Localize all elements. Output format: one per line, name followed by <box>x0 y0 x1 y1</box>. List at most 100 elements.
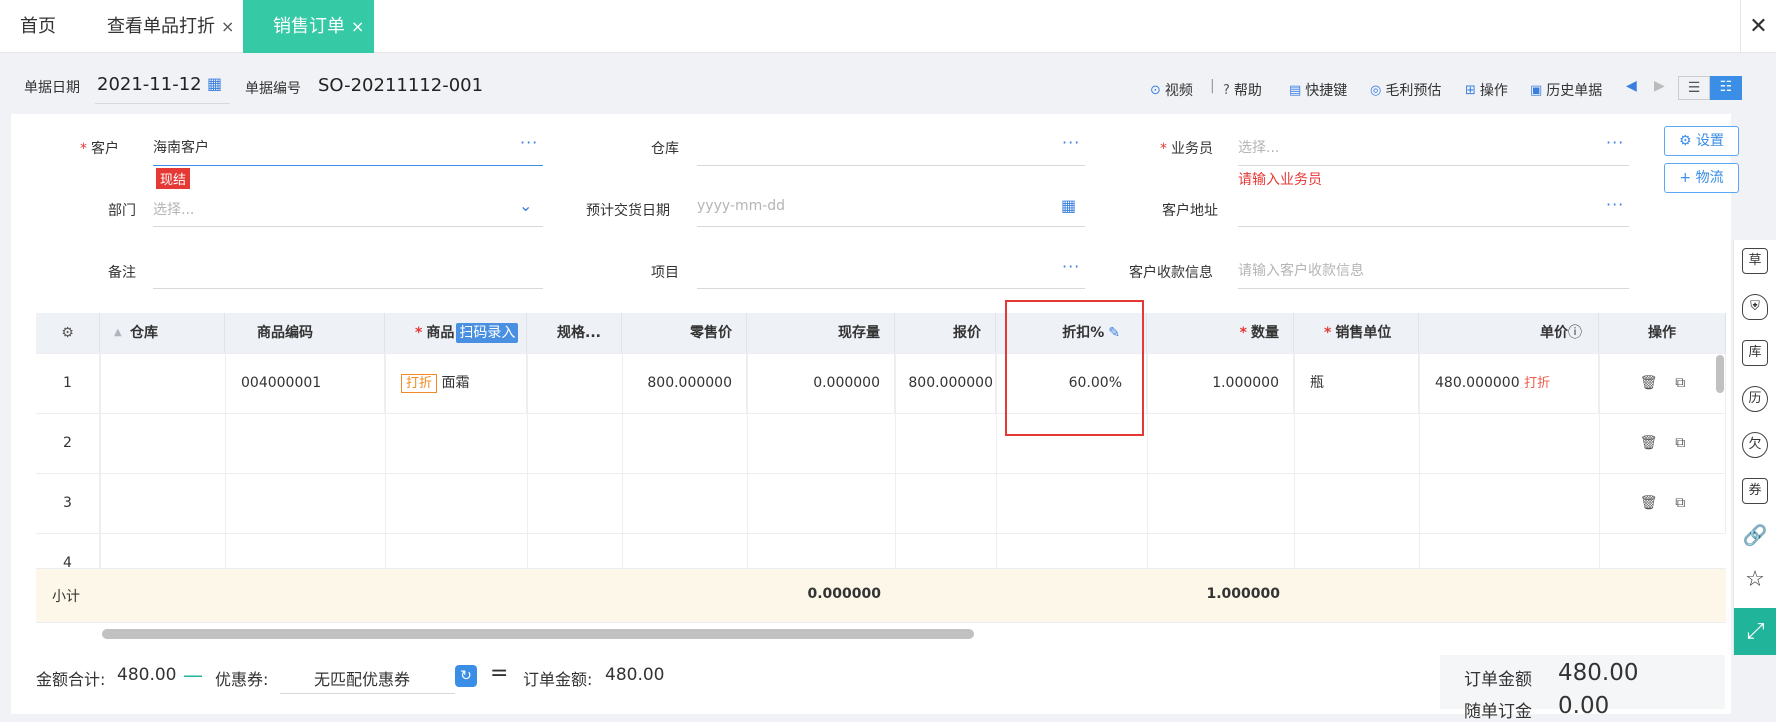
customer-label: * 客户 <box>80 141 119 157</box>
play-icon: ⊙ <box>1150 82 1161 98</box>
order-amount-label: 订单金额: <box>523 670 593 689</box>
delete-icon[interactable]: 🗑 <box>1640 495 1658 511</box>
link-icon[interactable]: 🔗 <box>1742 524 1768 550</box>
cell-price[interactable]: 480.000000 打折 <box>1419 353 1599 414</box>
window-close-icon[interactable]: ✕ <box>1740 0 1776 53</box>
settings-button[interactable]: ⚙ 设置 <box>1664 126 1739 156</box>
col-quote[interactable]: 报价 <box>895 313 996 353</box>
close-icon[interactable]: × <box>221 17 234 36</box>
coupon-icon[interactable]: 券 <box>1742 478 1768 504</box>
horizontal-scrollbar[interactable] <box>102 629 974 639</box>
more-icon[interactable]: ··· <box>1062 133 1080 152</box>
divider: | <box>1210 78 1215 94</box>
vertical-scrollbar[interactable] <box>1716 355 1724 393</box>
detail-view-icon[interactable]: ☷ <box>1710 76 1742 100</box>
col-warehouse[interactable]: ▲ 仓库 <box>100 313 225 353</box>
delivery-input[interactable]: yyyy-mm-dd <box>697 198 785 214</box>
col-retail[interactable]: 零售价 <box>622 313 747 353</box>
customer-tag: 现结 <box>156 168 191 189</box>
col-spec[interactable]: 规格... <box>527 313 622 353</box>
tab-single-discount[interactable]: 查看单品打折 × <box>107 0 234 53</box>
expand-icon[interactable]: ⤢ <box>1734 608 1776 655</box>
more-icon[interactable]: ··· <box>1062 257 1080 276</box>
customer-input[interactable]: 海南客户 <box>153 137 209 157</box>
col-goods[interactable]: * 商品 扫码录入 <box>385 313 527 353</box>
summary-box: 订单金额 480.00 随单订金 0.00 <box>1440 655 1725 722</box>
star-icon[interactable]: ☆ <box>1742 568 1768 594</box>
col-price[interactable]: 单价ⓘ <box>1419 313 1599 353</box>
draft-icon[interactable]: 草 <box>1742 248 1768 274</box>
grid-settings-icon[interactable]: ⚙ <box>36 313 100 353</box>
history-button[interactable]: ▣ 历史单据 <box>1530 80 1602 100</box>
close-icon[interactable]: × <box>351 17 364 36</box>
discount-tag: 打折 <box>401 374 438 393</box>
copy-icon[interactable]: ⧉ <box>1675 435 1685 451</box>
col-divider <box>100 353 101 568</box>
col-code[interactable]: 商品编码 <box>225 313 385 353</box>
coupon-underline <box>280 693 455 694</box>
cell-code[interactable]: 004000001 <box>225 353 385 413</box>
coin-icon: ◎ <box>1370 82 1382 98</box>
row-ops: 🗑 ⧉ <box>1599 473 1726 533</box>
tab-sales-order[interactable]: 销售订单 × <box>243 0 374 53</box>
project-underline[interactable] <box>697 288 1085 289</box>
help-label: 帮助 <box>1233 83 1262 99</box>
cell-quote[interactable]: 800.000000 <box>895 353 996 413</box>
copy-icon[interactable]: ⧉ <box>1675 375 1685 391</box>
address-underline[interactable] <box>1238 226 1629 227</box>
col-stock[interactable]: 现存量 <box>747 313 895 353</box>
copy-icon[interactable]: ⧉ <box>1675 495 1685 511</box>
table-row[interactable]: 4 <box>36 533 1726 568</box>
sort-icon: ▲ <box>114 327 122 338</box>
refresh-icon[interactable]: ↻ <box>455 665 477 687</box>
tab-single-discount-label: 查看单品打折 <box>107 16 215 37</box>
dept-input[interactable]: 选择... <box>153 199 194 219</box>
more-icon[interactable]: ··· <box>520 133 538 152</box>
calendar-icon[interactable]: ▦ <box>207 74 222 93</box>
payinfo-label: 客户收款信息 <box>1129 265 1213 281</box>
shortcut-button[interactable]: ▤ 快捷键 <box>1289 80 1347 100</box>
operation-button[interactable]: ⊞ 操作 <box>1465 80 1508 100</box>
tab-home[interactable]: 首页 <box>20 0 56 53</box>
video-button[interactable]: ⊙ 视频 <box>1150 80 1193 100</box>
equals-icon: = <box>490 661 509 686</box>
delete-icon[interactable]: 🗑 <box>1640 435 1658 451</box>
grid-icon: ⊞ <box>1465 82 1476 98</box>
cell-retail[interactable]: 800.000000 <box>622 353 747 413</box>
col-ops: 操作 <box>1599 313 1726 353</box>
list-view-icon[interactable]: ☰ <box>1678 76 1710 100</box>
cell-goods[interactable]: 打折 面霜 <box>385 353 527 414</box>
shield-icon[interactable]: ⛨ <box>1742 294 1768 320</box>
col-qty[interactable]: * 数量 <box>1147 313 1294 353</box>
help-button[interactable]: ? 帮助 <box>1223 80 1262 100</box>
profit-button[interactable]: ◎ 毛利预估 <box>1370 80 1441 100</box>
next-icon[interactable]: ▶ <box>1654 78 1665 94</box>
calendar-icon[interactable]: ▦ <box>1061 196 1076 215</box>
cell-unit[interactable]: 瓶 <box>1294 353 1419 413</box>
payinfo-input[interactable]: 请输入客户收款信息 <box>1238 260 1364 280</box>
more-icon[interactable]: ··· <box>1606 195 1624 214</box>
col-unit[interactable]: * 销售单位 <box>1294 313 1419 353</box>
more-icon[interactable]: ··· <box>1606 133 1624 152</box>
salesman-input[interactable]: 选择... <box>1238 137 1279 157</box>
delete-icon[interactable]: 🗑 <box>1640 375 1658 391</box>
owe-icon[interactable]: 欠 <box>1742 432 1768 458</box>
plus-icon: + <box>1679 170 1692 186</box>
row-index: 4 <box>36 533 100 568</box>
stock-icon[interactable]: 库 <box>1742 340 1768 366</box>
history-icon[interactable]: 历 <box>1742 386 1768 412</box>
coupon-input[interactable]: 无匹配优惠券 <box>314 666 410 690</box>
summary-label: 订单金额 <box>1464 670 1532 690</box>
warehouse-underline[interactable] <box>697 165 1085 166</box>
logistics-button[interactable]: + 物流 <box>1664 163 1739 193</box>
chevron-down-icon[interactable]: ⌄ <box>519 196 532 215</box>
delivery-label: 预计交货日期 <box>586 203 670 219</box>
prev-icon[interactable]: ◀ <box>1626 78 1637 94</box>
cell-qty[interactable]: 1.000000 <box>1147 353 1294 413</box>
customer-underline <box>153 165 543 166</box>
row-index: 3 <box>36 473 100 533</box>
profit-label: 毛利预估 <box>1385 83 1442 99</box>
scan-button[interactable]: 扫码录入 <box>456 323 519 343</box>
remark-underline[interactable] <box>153 288 543 289</box>
date-value[interactable]: 2021-11-12 <box>97 74 202 95</box>
